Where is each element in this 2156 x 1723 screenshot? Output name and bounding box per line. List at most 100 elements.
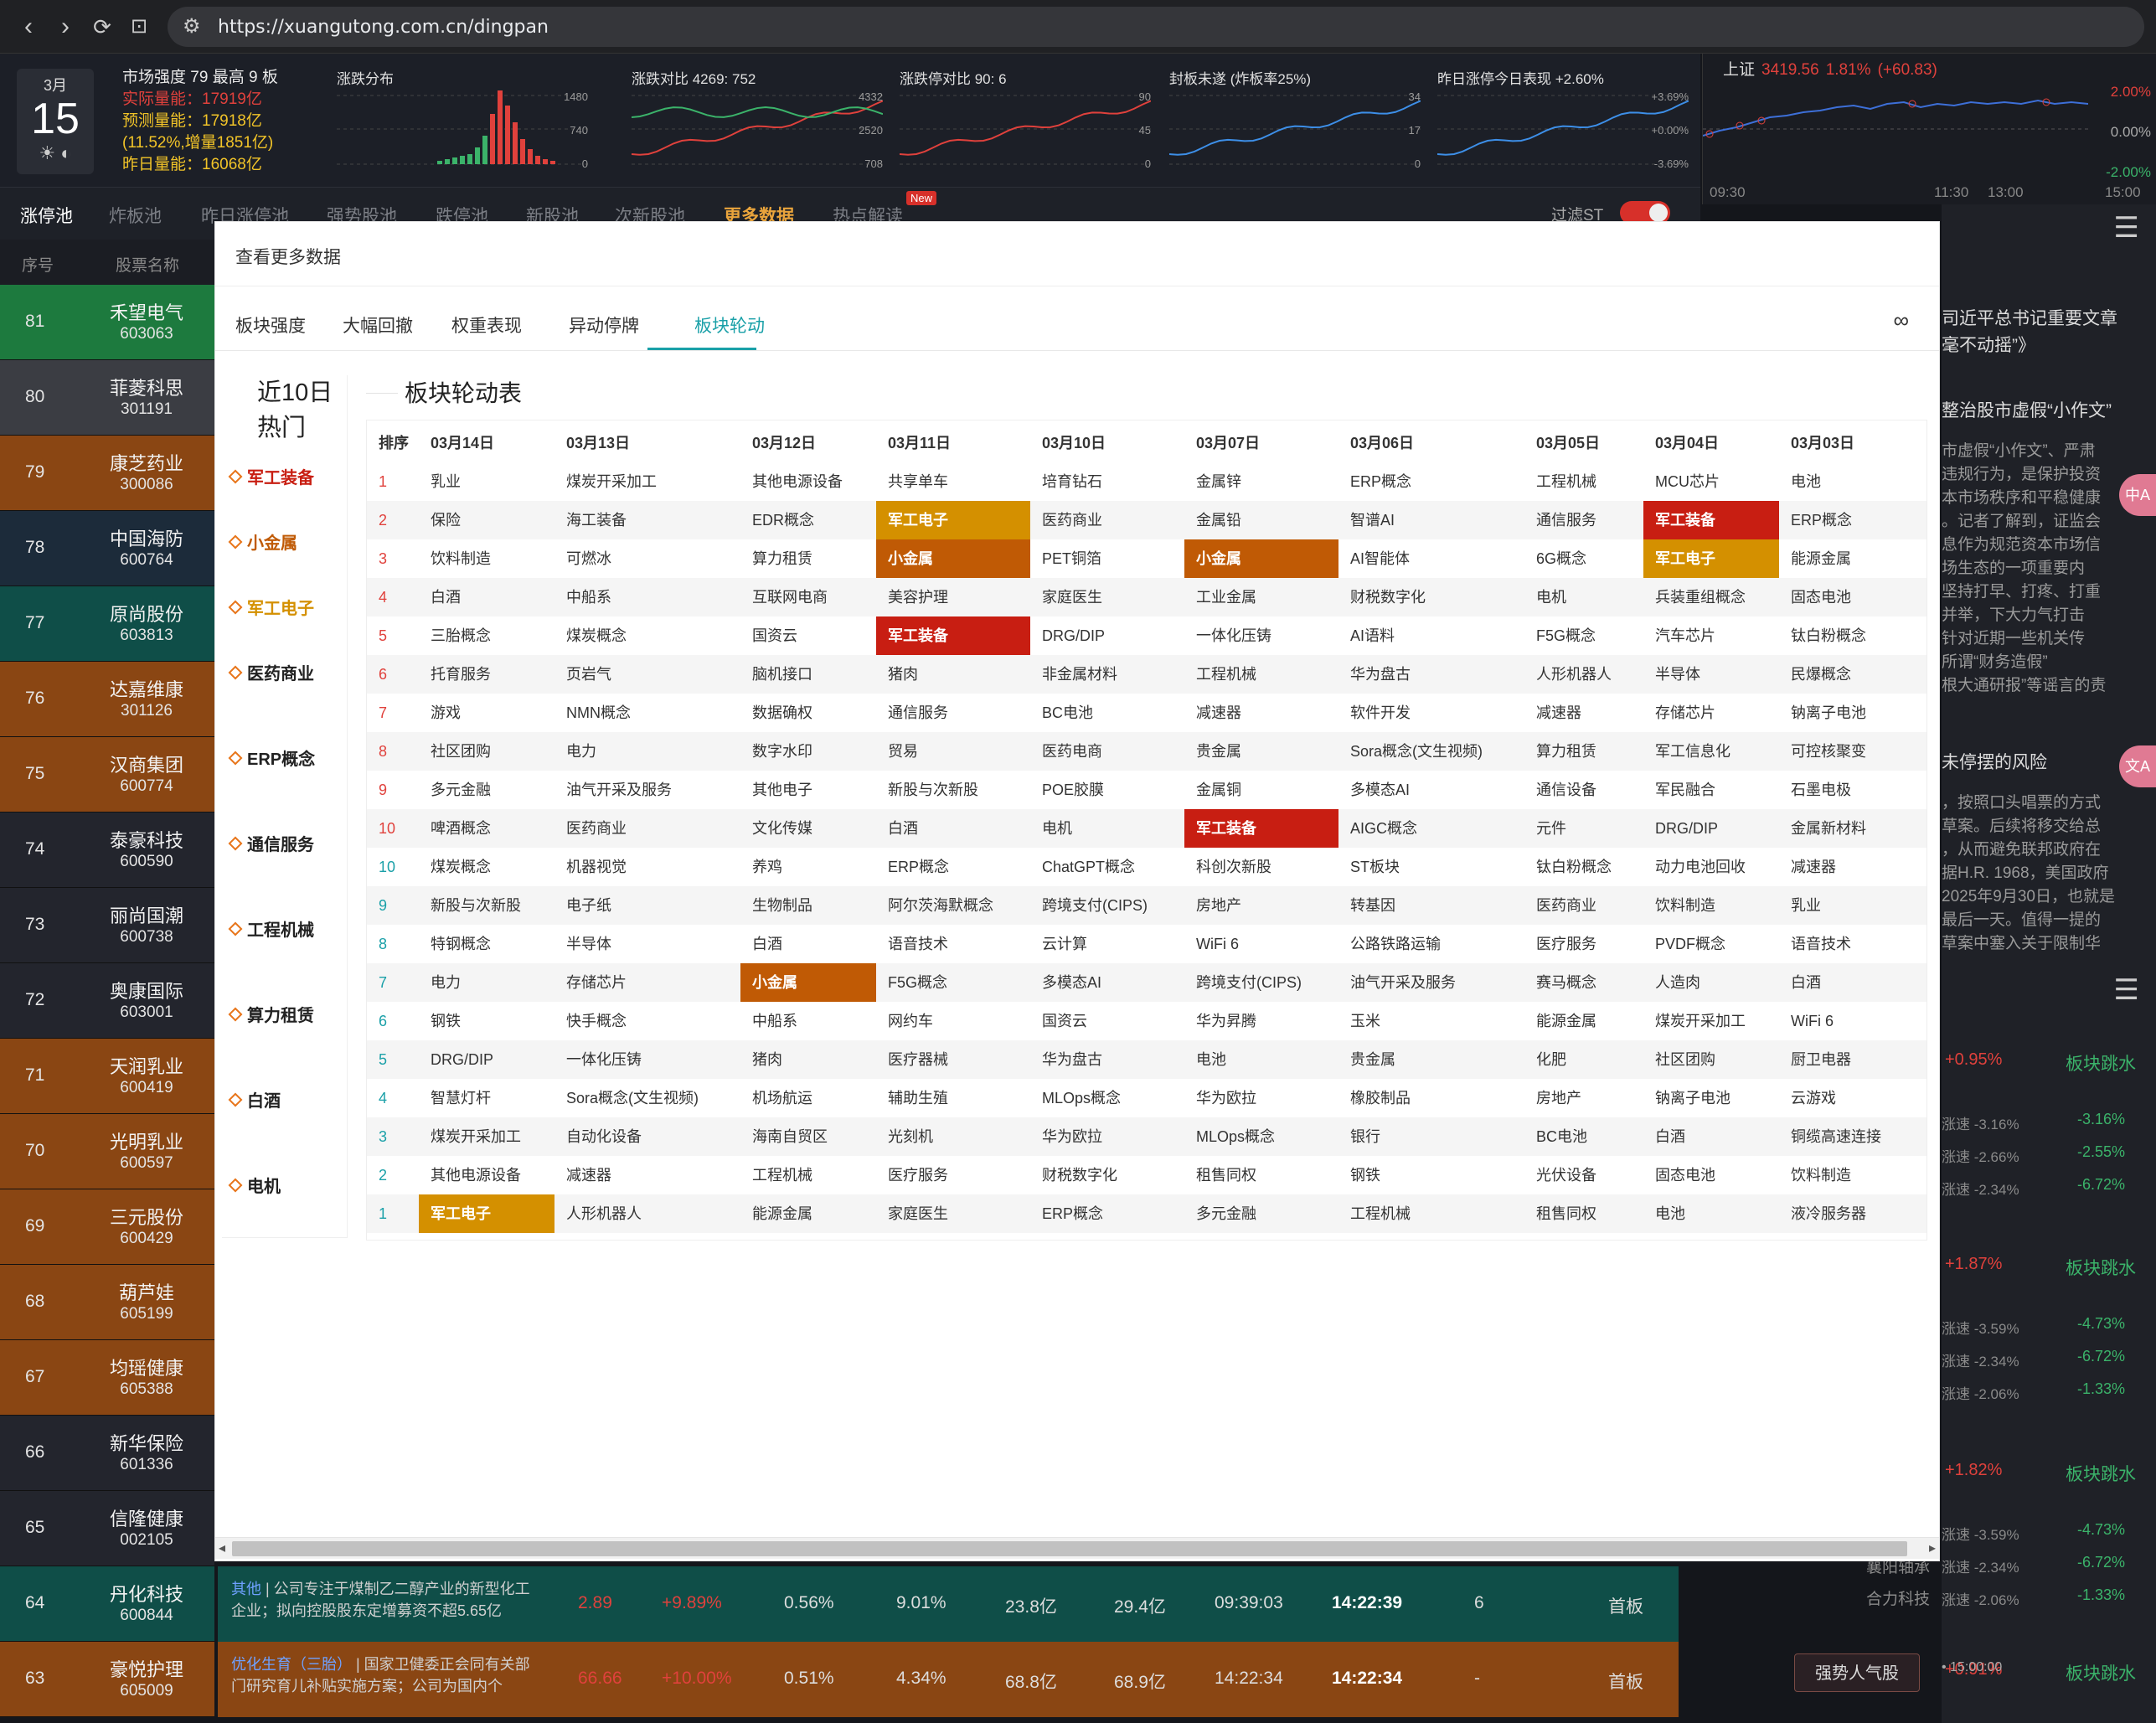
sector-cell[interactable]: 贵金属 — [1338, 1040, 1524, 1079]
translate-fab-2[interactable]: 文A — [2119, 745, 2156, 787]
sector-cell[interactable]: 6G概念 — [1524, 539, 1643, 578]
sector-cell[interactable]: 猪肉 — [740, 1040, 876, 1079]
sector-cell[interactable]: 医疗服务 — [876, 1156, 1030, 1194]
hot-stock-button[interactable]: 强势人气股 — [1794, 1653, 1920, 1692]
sector-cell[interactable]: 乳业 — [1779, 886, 1926, 925]
sector-cell[interactable]: 煤炭开采加工 — [554, 462, 740, 501]
sector-cell[interactable]: 医药商业 — [1030, 501, 1184, 539]
sector-cell[interactable]: 智谱AI — [1338, 501, 1524, 539]
sector-cell[interactable]: 医药电商 — [1030, 732, 1184, 771]
scroll-left-icon[interactable]: ◂ — [219, 1540, 225, 1556]
stock-row[interactable]: 76 达嘉维康 301126 — [0, 662, 214, 737]
sector-cell[interactable]: 社区团购 — [419, 732, 554, 771]
sector-cell[interactable]: 通信设备 — [1524, 771, 1643, 809]
sector-cell[interactable]: 电力 — [419, 963, 554, 1002]
hot-sector-item[interactable]: 军工装备 — [228, 464, 314, 488]
sector-cell[interactable]: 生物制品 — [740, 886, 876, 925]
sector-cell[interactable]: 可燃冰 — [554, 539, 740, 578]
sector-cell[interactable]: 厨卫电器 — [1779, 1040, 1926, 1079]
sector-cell[interactable]: F5G概念 — [1524, 616, 1643, 655]
stock-row[interactable]: 64 丹化科技 600844 — [0, 1566, 214, 1642]
sector-cell[interactable]: 云计算 — [1030, 925, 1184, 963]
sector-cell[interactable]: 保险 — [419, 501, 554, 539]
sector-cell[interactable]: EDR概念 — [740, 501, 876, 539]
sector-cell[interactable]: POE胶膜 — [1030, 771, 1184, 809]
sector-cell[interactable]: PVDF概念 — [1643, 925, 1779, 963]
sector-cell[interactable]: 乳业 — [419, 462, 554, 501]
sector-cell[interactable]: 辅助生殖 — [876, 1079, 1030, 1117]
sector-cell[interactable]: 军工装备 — [1643, 501, 1779, 539]
sector-cell[interactable]: 减速器 — [1524, 694, 1643, 732]
sector-cell[interactable]: 电力 — [554, 732, 740, 771]
theme-toggle-icon[interactable]: ☀ ◐ — [17, 142, 94, 164]
sector-cell[interactable]: 美容护理 — [876, 578, 1030, 616]
sector-cell[interactable]: 智慧灯杆 — [419, 1079, 554, 1117]
sector-cell[interactable]: 培育钻石 — [1030, 462, 1184, 501]
sector-cell[interactable]: 钢铁 — [419, 1002, 554, 1040]
sector-cell[interactable]: 能源金属 — [1524, 1002, 1643, 1040]
sector-cell[interactable]: 云游戏 — [1779, 1079, 1926, 1117]
sector-cell[interactable]: 房地产 — [1184, 886, 1338, 925]
sector-cell[interactable]: 煤炭开采加工 — [419, 1117, 554, 1156]
sector-cell[interactable]: 快手概念 — [554, 1002, 740, 1040]
sector-cell[interactable]: 一体化压铸 — [554, 1040, 740, 1079]
horizontal-scrollbar[interactable]: ◂ ▸ — [215, 1537, 1939, 1559]
sector-cell[interactable]: 其他电源设备 — [419, 1156, 554, 1194]
sector-cell[interactable]: DRG/DIP — [1030, 616, 1184, 655]
sector-cell[interactable]: 白酒 — [1643, 1117, 1779, 1156]
sector-cell[interactable]: ERP概念 — [876, 848, 1030, 886]
sector-cell[interactable]: 工程机械 — [740, 1156, 876, 1194]
sector-cell[interactable]: 金属铜 — [1184, 771, 1338, 809]
sector-cell[interactable]: WiFi 6 — [1779, 1002, 1926, 1040]
sector-cell[interactable]: 家庭医生 — [1030, 578, 1184, 616]
sector-cell[interactable]: 油气开采及服务 — [554, 771, 740, 809]
sector-cell[interactable]: 军工装备 — [1184, 809, 1338, 848]
sector-cell[interactable]: 华为欧拉 — [1030, 1117, 1184, 1156]
sector-alert-label[interactable]: 板块跳水 — [2066, 1050, 2136, 1076]
sector-cell[interactable]: BC电池 — [1030, 694, 1184, 732]
sector-cell[interactable]: 兵装重组概念 — [1643, 578, 1779, 616]
sector-cell[interactable]: 华为盘古 — [1030, 1040, 1184, 1079]
sector-cell[interactable]: 电池 — [1643, 1194, 1779, 1233]
sector-cell[interactable]: 橡胶制品 — [1338, 1079, 1524, 1117]
sector-cell[interactable]: DRG/DIP — [1643, 809, 1779, 848]
sector-cell[interactable]: AI智能体 — [1338, 539, 1524, 578]
stock-row[interactable]: 70 光明乳业 600597 — [0, 1114, 214, 1189]
sector-cell[interactable]: 白酒 — [876, 809, 1030, 848]
site-info-icon[interactable]: ⚙ — [183, 14, 201, 39]
forward-icon[interactable]: › — [50, 12, 80, 42]
menu-icon[interactable]: ☰ — [2114, 211, 2139, 245]
sector-cell[interactable]: 动力电池回收 — [1643, 848, 1779, 886]
stock-row[interactable]: 77 原尚股份 603813 — [0, 586, 214, 662]
sector-cell[interactable]: 存储芯片 — [1643, 694, 1779, 732]
sector-cell[interactable]: 军工电子 — [419, 1194, 554, 1233]
sector-cell[interactable]: 减速器 — [554, 1156, 740, 1194]
sector-cell[interactable]: 其他电源设备 — [740, 462, 876, 501]
sector-cell[interactable]: 半导体 — [554, 925, 740, 963]
sector-cell[interactable]: 钛白粉概念 — [1779, 616, 1926, 655]
hot-sector-item[interactable]: ERP概念 — [228, 745, 315, 770]
sector-cell[interactable]: 钢铁 — [1338, 1156, 1524, 1194]
sector-cell[interactable]: 煤炭概念 — [419, 848, 554, 886]
sector-alert-label[interactable]: 板块跳水 — [2066, 1255, 2136, 1280]
sector-cell[interactable]: 通信服务 — [1524, 501, 1643, 539]
stock-row[interactable]: 74 泰豪科技 600590 — [0, 812, 214, 888]
stock-row[interactable]: 67 均瑶健康 605388 — [0, 1340, 214, 1416]
sector-cell[interactable]: 军民融合 — [1643, 771, 1779, 809]
sector-cell[interactable]: 其他电子 — [740, 771, 876, 809]
sector-cell[interactable]: 机器视觉 — [554, 848, 740, 886]
sector-cell[interactable]: 中船系 — [740, 1002, 876, 1040]
hot-sector-item[interactable]: 医药商业 — [228, 660, 314, 684]
stock-row[interactable]: 79 康芝药业 300086 — [0, 436, 214, 511]
sector-cell[interactable]: 游戏 — [419, 694, 554, 732]
sector-cell[interactable]: 软件开发 — [1338, 694, 1524, 732]
sector-cell[interactable]: 金属铅 — [1184, 501, 1338, 539]
sector-cell[interactable]: 工程机械 — [1338, 1194, 1524, 1233]
sector-cell[interactable]: 自动化设备 — [554, 1117, 740, 1156]
sector-cell[interactable]: 可控核聚变 — [1779, 732, 1926, 771]
sector-cell[interactable]: 数字水印 — [740, 732, 876, 771]
sector-cell[interactable]: 电池 — [1184, 1040, 1338, 1079]
sector-cell[interactable]: 跨境支付(CIPS) — [1030, 886, 1184, 925]
sector-cell[interactable]: 钠离子电池 — [1779, 694, 1926, 732]
stock-row[interactable]: 65 信隆健康 002105 — [0, 1491, 214, 1566]
